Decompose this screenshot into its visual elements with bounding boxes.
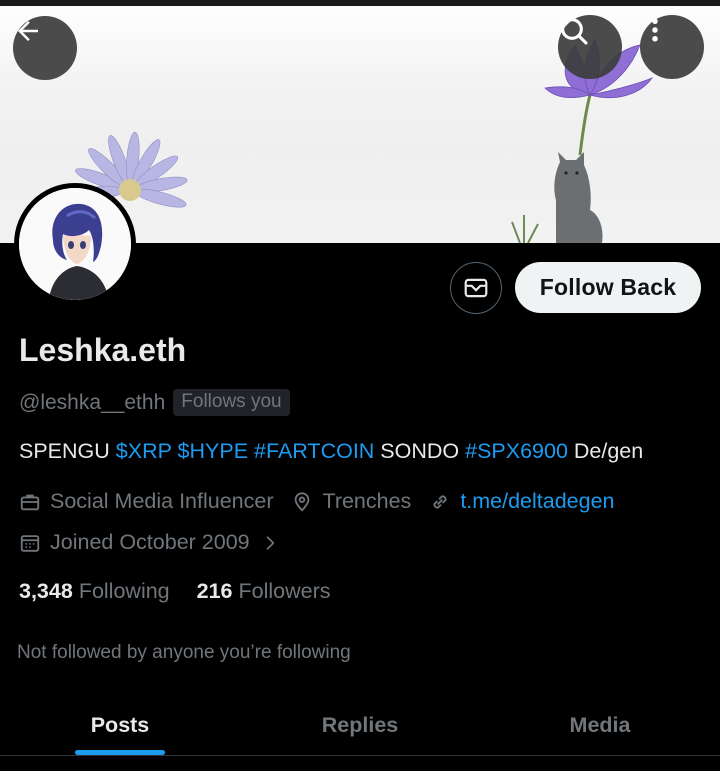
chevron-right-icon xyxy=(266,535,274,550)
follow-back-button[interactable]: Follow Back xyxy=(515,262,701,313)
tab-replies[interactable]: Replies xyxy=(240,695,480,755)
anime-character-avatar xyxy=(19,188,131,300)
follows-you-badge: Follows you xyxy=(173,389,290,416)
joined-item[interactable]: Joined October 2009 xyxy=(19,530,289,555)
bio-text: SPENGU xyxy=(19,439,116,463)
bio-cashtag-hype[interactable]: $HYPE xyxy=(178,439,249,463)
arrow-left-icon xyxy=(18,21,38,41)
envelope-icon xyxy=(464,278,488,298)
profile-name: Leshka.eth xyxy=(19,332,187,368)
message-button[interactable] xyxy=(450,262,502,314)
avatar-image xyxy=(19,188,131,300)
tab-posts[interactable]: Posts xyxy=(0,695,240,755)
more-options-button[interactable] xyxy=(640,15,704,79)
bio-hashtag-fartcoin[interactable]: #FARTCOIN xyxy=(254,439,374,463)
briefcase-icon xyxy=(20,494,40,510)
search-button[interactable] xyxy=(558,15,622,79)
avatar[interactable] xyxy=(14,183,136,305)
website-item[interactable]: t.me/deltadegen xyxy=(429,489,615,514)
location-label: Trenches xyxy=(322,489,412,513)
bio-text: De/gen xyxy=(567,439,644,463)
handle-row: @leshka__ethh Follows you xyxy=(19,389,290,416)
location-item: Trenches xyxy=(291,489,411,514)
follow-stats: 3,348 Following 216 Followers xyxy=(19,579,331,604)
following-label: Following xyxy=(78,579,170,603)
following-stat[interactable]: 3,348 Following xyxy=(19,579,170,604)
bio-cashtag-xrp[interactable]: $XRP xyxy=(116,439,172,463)
followers-count: 216 xyxy=(196,579,233,603)
link-icon xyxy=(433,494,447,509)
website-link[interactable]: t.me/deltadegen xyxy=(460,489,614,514)
followers-label: Followers xyxy=(238,579,331,603)
profile-handle: @leshka__ethh xyxy=(19,390,166,414)
profile-tabs: Posts Replies Media xyxy=(0,695,720,756)
bio-hashtag-spx6900[interactable]: #SPX6900 xyxy=(465,439,568,463)
location-pin-icon xyxy=(295,491,310,512)
profile-bio: SPENGU $XRP $HYPE #FARTCOIN SONDO #SPX69… xyxy=(19,439,643,464)
following-count: 3,348 xyxy=(19,579,73,603)
more-vertical-icon xyxy=(652,18,658,42)
calendar-icon xyxy=(20,534,40,552)
followers-stat[interactable]: 216 Followers xyxy=(197,579,331,604)
joined-label: Joined October 2009 xyxy=(50,530,250,554)
profile-meta: Social Media Influencer Trenches t.me/de… xyxy=(19,489,615,514)
back-button[interactable] xyxy=(13,16,77,80)
bio-text: SONDO xyxy=(374,439,466,463)
category-item: Social Media Influencer xyxy=(19,489,273,514)
search-icon xyxy=(561,18,588,45)
tab-media[interactable]: Media xyxy=(480,695,720,755)
not-followed-note: Not followed by anyone you’re following xyxy=(17,642,351,663)
category-label: Social Media Influencer xyxy=(50,489,274,513)
joined-row[interactable]: Joined October 2009 xyxy=(19,530,289,555)
